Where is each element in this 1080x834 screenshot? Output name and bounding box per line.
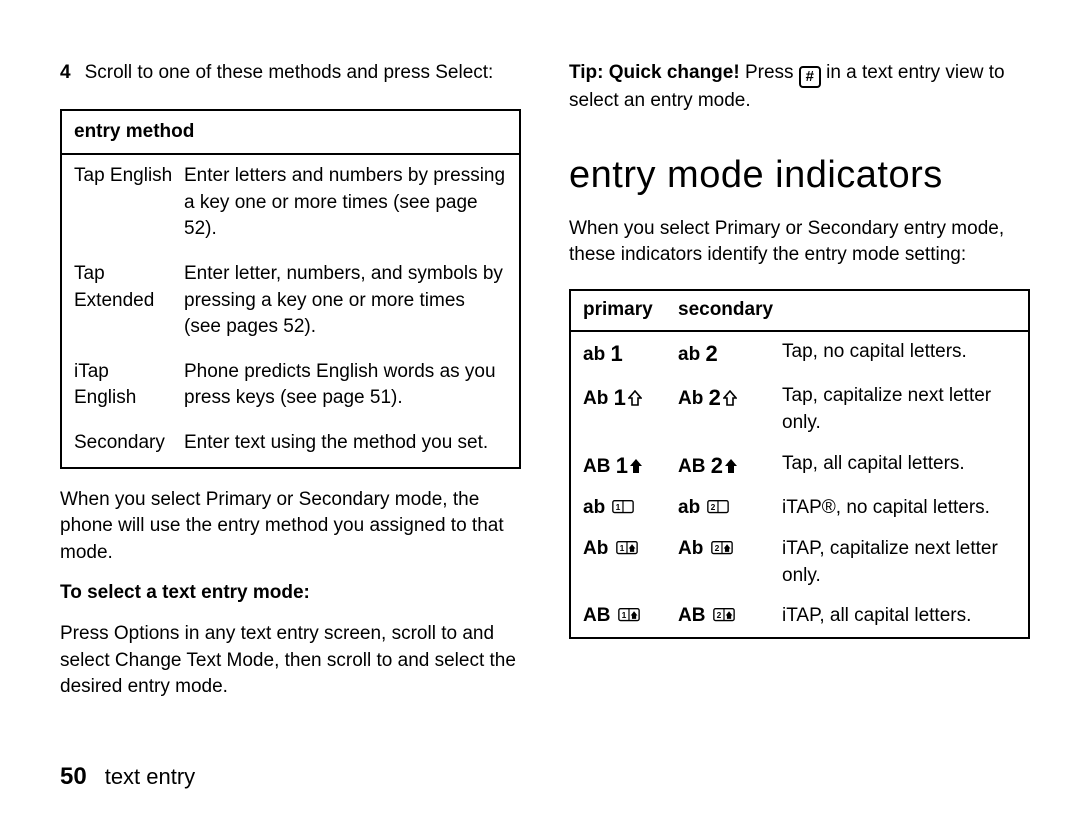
up-arrow-outline-icon xyxy=(723,390,737,404)
two-column-layout: 4 Scroll to one of these methods and pre… xyxy=(60,60,1030,730)
change-text-mode-word: Change Text Mode xyxy=(115,650,274,671)
text: When you select xyxy=(569,218,715,239)
indicator-row: ab 1ab 2Tap, no capital letters. xyxy=(571,332,1028,377)
table-row: Tap English Enter letters and numbers by… xyxy=(62,155,519,253)
book-2-up-icon: 2 xyxy=(713,607,735,623)
indicator-desc: iTAP, capitalize next letter only. xyxy=(782,536,1016,589)
secondary-word: Secondary xyxy=(299,489,390,510)
text: Press xyxy=(60,623,114,644)
document-page: 4 Scroll to one of these methods and pre… xyxy=(0,0,1080,834)
indicator-primary: ab 1 xyxy=(583,495,678,522)
th-secondary: secondary xyxy=(678,297,1016,324)
page-number: 50 xyxy=(60,760,87,794)
step-text: Scroll to one of these methods and press… xyxy=(85,60,494,87)
indicator-row: ab 1ab 2iTAP®, no capital letters. xyxy=(571,488,1028,529)
table-row: Tap Extended Enter letter, numbers, and … xyxy=(62,253,519,351)
tip-para: Tip: Quick change! Press # in a text ent… xyxy=(569,60,1030,115)
footer-section: text entry xyxy=(105,762,195,793)
table-row: Secondary Enter text using the method yo… xyxy=(62,422,519,467)
book-1-icon: 1 xyxy=(612,499,634,515)
method-desc: Enter letters and numbers by pressing a … xyxy=(184,163,507,243)
svg-text:1: 1 xyxy=(619,543,624,553)
indicator-primary: AB 1 xyxy=(583,603,678,630)
indicator-row: Ab 1Ab 2iTAP, capitalize next letter onl… xyxy=(571,529,1028,596)
indicator-secondary: AB 2 xyxy=(678,451,782,482)
indicators-intro: When you select Primary or Secondary ent… xyxy=(569,216,1030,269)
book-2-up-icon: 2 xyxy=(711,540,733,556)
book-1-up-icon: 1 xyxy=(618,607,640,623)
method-name: iTap English xyxy=(74,359,174,412)
indicator-secondary: ab 2 xyxy=(678,339,782,370)
colon: : xyxy=(488,62,493,83)
method-desc: Enter letter, numbers, and symbols by pr… xyxy=(184,261,507,341)
page-footer: 50 text entry xyxy=(60,730,1030,794)
svg-text:2: 2 xyxy=(714,543,719,553)
book-2-icon: 2 xyxy=(707,499,729,515)
indicators-header: primary secondary xyxy=(571,291,1028,332)
indicator-row: AB 1AB 2iTAP, all capital letters. xyxy=(571,596,1028,637)
entry-method-header: entry method xyxy=(62,111,519,156)
secondary-word: Secondary xyxy=(808,218,899,239)
select-label: Select xyxy=(435,62,488,83)
method-name: Tap Extended xyxy=(74,261,174,341)
tip-label: Tip: Quick change! xyxy=(569,62,740,83)
indicator-primary: ab 1 xyxy=(583,339,678,370)
table-row: iTap English Phone predicts English word… xyxy=(62,351,519,422)
indicators-table: primary secondary ab 1ab 2Tap, no capita… xyxy=(569,289,1030,639)
hash-key-icon: # xyxy=(799,66,821,88)
up-arrow-solid-icon xyxy=(630,458,642,472)
method-name: Secondary xyxy=(74,430,174,457)
indicator-desc: Tap, no capital letters. xyxy=(782,339,1016,366)
step-number: 4 xyxy=(60,60,71,87)
options-word: Options xyxy=(114,623,179,644)
step-text-a: Scroll to one of these methods and press xyxy=(85,62,436,83)
entry-method-table: entry method Tap English Enter letters a… xyxy=(60,109,521,469)
right-column: Tip: Quick change! Press # in a text ent… xyxy=(569,60,1030,730)
primary-word: Primary xyxy=(715,218,780,239)
or-word: or xyxy=(271,489,298,510)
primary-word: Primary xyxy=(206,489,271,510)
indicator-secondary: ab 2 xyxy=(678,495,782,522)
indicator-primary: AB 1 xyxy=(583,451,678,482)
indicator-desc: iTAP®, no capital letters. xyxy=(782,495,1016,522)
indicator-primary: Ab 1 xyxy=(583,383,678,414)
indicator-secondary: AB 2 xyxy=(678,603,782,630)
method-name: Tap English xyxy=(74,163,174,243)
left-column: 4 Scroll to one of these methods and pre… xyxy=(60,60,521,730)
method-desc: Phone predicts English words as you pres… xyxy=(184,359,507,412)
indicator-desc: Tap, all capital letters. xyxy=(782,451,1016,478)
indicator-primary: Ab 1 xyxy=(583,536,678,563)
select-mode-heading: To select a text entry mode: xyxy=(60,580,521,607)
text: When you select xyxy=(60,489,206,510)
press-options-para: Press Options in any text entry screen, … xyxy=(60,621,521,701)
primary-secondary-para: When you select Primary or Secondary mod… xyxy=(60,487,521,567)
section-title: entry mode indicators xyxy=(569,149,1030,202)
th-primary: primary xyxy=(583,297,678,324)
indicator-row: Ab 1Ab 2Tap, capitalize next letter only… xyxy=(571,376,1028,443)
method-desc: Enter text using the method you set. xyxy=(184,430,507,457)
book-1-up-icon: 1 xyxy=(616,540,638,556)
indicator-desc: iTAP, all capital letters. xyxy=(782,603,1016,630)
up-arrow-outline-icon xyxy=(628,390,642,404)
svg-text:2: 2 xyxy=(716,610,721,620)
indicator-row: AB 1AB 2Tap, all capital letters. xyxy=(571,444,1028,489)
svg-text:2: 2 xyxy=(711,502,716,512)
indicator-secondary: Ab 2 xyxy=(678,383,782,414)
or-word: or xyxy=(780,218,807,239)
svg-text:1: 1 xyxy=(621,610,626,620)
up-arrow-solid-icon xyxy=(725,458,737,472)
indicator-secondary: Ab 2 xyxy=(678,536,782,563)
svg-text:1: 1 xyxy=(616,502,621,512)
text: Press xyxy=(740,62,799,83)
indicator-desc: Tap, capitalize next letter only. xyxy=(782,383,1016,436)
step-4-row: 4 Scroll to one of these methods and pre… xyxy=(60,60,521,87)
